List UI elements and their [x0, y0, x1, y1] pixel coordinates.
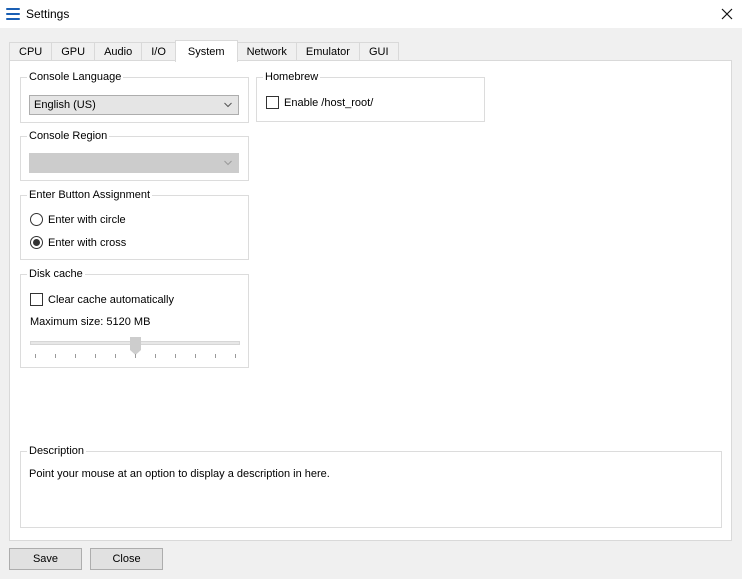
console-region-group: Console Region	[20, 129, 249, 181]
clear-cache-option[interactable]: Clear cache automatically	[30, 293, 174, 306]
system-tab-panel: Console Language English (US) Console Re…	[9, 60, 732, 541]
homebrew-title: Homebrew	[263, 70, 321, 84]
disk-cache-group: Disk cache Clear cache automatically Max…	[20, 267, 249, 368]
enter-circle-label: Enter with circle	[48, 213, 126, 226]
enter-button-title: Enter Button Assignment	[27, 188, 153, 202]
enter-cross-radio[interactable]	[30, 236, 43, 249]
chevron-down-icon	[224, 102, 232, 108]
console-region-select[interactable]	[29, 153, 239, 173]
close-window-button[interactable]	[712, 0, 742, 28]
slider-tick	[155, 354, 156, 358]
enter-cross-option[interactable]: Enter with cross	[30, 236, 126, 249]
save-button[interactable]: Save	[9, 548, 82, 570]
slider-tick	[195, 354, 196, 358]
enter-button-group: Enter Button Assignment Enter with circl…	[20, 188, 249, 260]
tab-system[interactable]: System	[174, 40, 238, 62]
enable-host-root-option[interactable]: Enable /host_root/	[266, 96, 373, 109]
slider-thumb[interactable]	[130, 337, 141, 355]
enable-host-root-label: Enable /host_root/	[284, 96, 374, 109]
slider-tick	[175, 354, 176, 358]
enter-circle-option[interactable]: Enter with circle	[30, 213, 126, 226]
description-group: Description Point your mouse at an optio…	[20, 444, 722, 528]
title-bar: Settings	[0, 0, 742, 28]
console-language-group: Console Language English (US)	[20, 70, 249, 123]
enable-host-root-checkbox[interactable]	[266, 96, 279, 109]
clear-cache-checkbox[interactable]	[30, 293, 43, 306]
tab-bar: CPU GPU Audio I/O System Network Emulato…	[9, 40, 399, 62]
tab-network[interactable]: Network	[237, 42, 296, 61]
close-button[interactable]: Close	[90, 548, 163, 570]
console-region-title: Console Region	[27, 129, 110, 143]
cache-size-slider[interactable]	[30, 337, 240, 367]
close-icon	[721, 8, 733, 20]
tab-audio[interactable]: Audio	[94, 42, 142, 61]
tab-cpu[interactable]: CPU	[9, 42, 52, 61]
slider-tick	[115, 354, 116, 358]
slider-tick	[135, 354, 136, 358]
description-text: Point your mouse at an option to display…	[29, 468, 330, 480]
console-language-title: Console Language	[27, 70, 124, 84]
slider-tick	[35, 354, 36, 358]
app-logo-icon	[6, 7, 22, 21]
disk-cache-title: Disk cache	[27, 267, 85, 281]
slider-tick	[75, 354, 76, 358]
chevron-down-icon	[224, 160, 232, 166]
enter-cross-label: Enter with cross	[48, 236, 127, 249]
max-size-label: Maximum size: 5120 MB	[30, 316, 151, 328]
console-language-select[interactable]: English (US)	[29, 95, 239, 115]
tab-gpu[interactable]: GPU	[51, 42, 95, 61]
enter-circle-radio[interactable]	[30, 213, 43, 226]
window-title: Settings	[26, 7, 70, 21]
homebrew-group: Homebrew Enable /host_root/	[256, 70, 485, 122]
console-language-value: English (US)	[34, 99, 96, 111]
slider-tick	[55, 354, 56, 358]
tab-gui[interactable]: GUI	[358, 42, 399, 61]
slider-tick	[95, 354, 96, 358]
description-title: Description	[27, 444, 87, 458]
clear-cache-label: Clear cache automatically	[48, 293, 174, 306]
slider-tick	[235, 354, 236, 358]
slider-tick	[215, 354, 216, 358]
tab-io[interactable]: I/O	[141, 42, 175, 61]
tab-emulator[interactable]: Emulator	[295, 42, 359, 61]
